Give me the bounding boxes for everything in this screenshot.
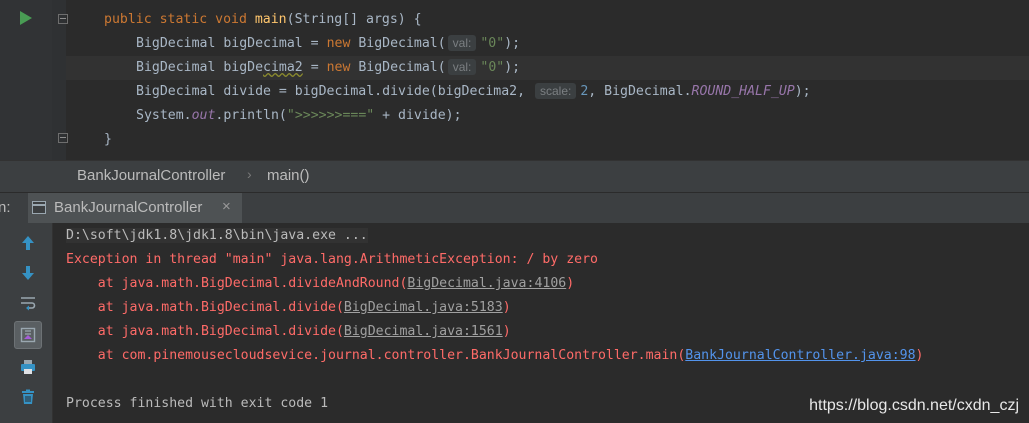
frame-text: ) xyxy=(915,348,924,363)
code-token: BigDecimal bigDe xyxy=(136,60,264,75)
console-line: Process finished with exit code 1 xyxy=(66,396,329,411)
code-token: ); xyxy=(504,60,521,75)
code-token: main xyxy=(254,12,287,27)
arrow-up-icon[interactable] xyxy=(14,229,42,257)
parameter-hint: val: xyxy=(447,35,477,51)
frame-text: ) xyxy=(502,300,511,315)
code-token: BigDecimal( xyxy=(358,36,446,51)
code-token: public static void xyxy=(104,12,255,27)
source-link[interactable]: BigDecimal.java:1561 xyxy=(344,324,503,339)
code-token: ); xyxy=(794,84,811,99)
source-link[interactable]: BigDecimal.java:4106 xyxy=(407,276,566,291)
code-line: BigDecimal divide = bigDecimal.divide(bi… xyxy=(66,80,1029,104)
run-tab-bar: n: BankJournalController × xyxy=(0,192,1029,224)
scroll-to-end-icon[interactable] xyxy=(14,321,42,349)
code-editor[interactable]: public static void main(String[] args) {… xyxy=(0,0,1029,160)
stack-frame: at java.math.BigDecimal.divide(BigDecima… xyxy=(66,296,511,320)
console-line: Exception in thread "main" java.lang.Ari… xyxy=(66,252,598,267)
code-line: public static void main(String[] args) { xyxy=(66,8,1029,32)
code-token: ); xyxy=(504,36,521,51)
code-token: (String[] args) { xyxy=(286,12,422,27)
run-tab[interactable]: BankJournalController × xyxy=(28,193,242,224)
code-token: cima2 xyxy=(263,60,303,75)
code-token: BigDecimal divide = bigDecimal.divide(bi… xyxy=(136,84,533,99)
code-token: "0" xyxy=(480,36,505,51)
command-line: D:\soft\jdk1.8\jdk1.8\bin\java.exe ... xyxy=(66,228,368,243)
code-token: BigDecimal bigDecimal = xyxy=(136,36,327,51)
code-token: out xyxy=(191,108,216,123)
console-window-icon xyxy=(32,201,46,214)
run-console[interactable]: D:\soft\jdk1.8\jdk1.8\bin\java.exe ... E… xyxy=(0,223,1029,423)
soft-wrap-icon[interactable] xyxy=(14,289,42,317)
chevron-right-icon: › xyxy=(247,166,252,182)
source-link[interactable]: BankJournalController.java:98 xyxy=(685,348,915,363)
code-token: = xyxy=(302,60,327,75)
code-token: new xyxy=(326,36,359,51)
stack-frame: at com.pinemousecloudsevice.journal.cont… xyxy=(66,344,924,368)
stack-frame: at java.math.BigDecimal.divideAndRound(B… xyxy=(66,272,574,296)
code-line: BigDecimal bigDecimal = new BigDecimal(v… xyxy=(66,32,1029,56)
source-link[interactable]: BigDecimal.java:5183 xyxy=(344,300,503,315)
code-token: System. xyxy=(136,108,192,123)
frame-text: ) xyxy=(502,324,511,339)
breadcrumb-method[interactable]: main() xyxy=(267,167,310,184)
run-gutter-icon[interactable] xyxy=(20,11,32,25)
code-token: ROUND_HALF_UP xyxy=(691,84,795,99)
code-token: new xyxy=(326,60,359,75)
code-token: ">>>>>>===" xyxy=(286,108,375,123)
arrow-down-icon[interactable] xyxy=(14,259,42,287)
code-line: } xyxy=(66,128,1029,152)
frame-text: at java.math.BigDecimal.divideAndRound( xyxy=(66,276,408,291)
console-line: D:\soft\jdk1.8\jdk1.8\bin\java.exe ... xyxy=(66,224,368,248)
breadcrumb: BankJournalController › main() xyxy=(0,160,1029,192)
code-token: } xyxy=(104,132,112,147)
run-label: n: xyxy=(0,199,11,216)
trash-icon[interactable] xyxy=(14,383,42,411)
frame-text: ) xyxy=(566,276,575,291)
run-tab-label: BankJournalController xyxy=(54,199,203,216)
line-gutter xyxy=(0,0,52,160)
code-token: .println( xyxy=(215,108,287,123)
close-icon[interactable]: × xyxy=(222,198,231,215)
code-token: "0" xyxy=(480,60,505,75)
code-token: + divide); xyxy=(374,108,462,123)
parameter-hint: scale: xyxy=(534,83,577,99)
print-icon[interactable] xyxy=(14,353,42,381)
frame-text: at java.math.BigDecimal.divide( xyxy=(66,324,344,339)
code-token: , BigDecimal. xyxy=(588,84,692,99)
code-line-current: BigDecimal bigDecima2 = new BigDecimal(v… xyxy=(66,56,1029,80)
console-toolbar xyxy=(0,223,53,423)
frame-text: at java.math.BigDecimal.divide( xyxy=(66,300,344,315)
parameter-hint: val: xyxy=(447,59,477,75)
stack-frame: at java.math.BigDecimal.divide(BigDecima… xyxy=(66,320,511,344)
breadcrumb-class[interactable]: BankJournalController xyxy=(77,167,225,184)
code-line: System.out.println(">>>>>>===" + divide)… xyxy=(66,104,1029,128)
frame-text: at com.pinemousecloudsevice.journal.cont… xyxy=(66,348,686,363)
watermark: https://blog.csdn.net/cxdn_czj xyxy=(809,397,1019,414)
code-token: BigDecimal( xyxy=(358,60,446,75)
